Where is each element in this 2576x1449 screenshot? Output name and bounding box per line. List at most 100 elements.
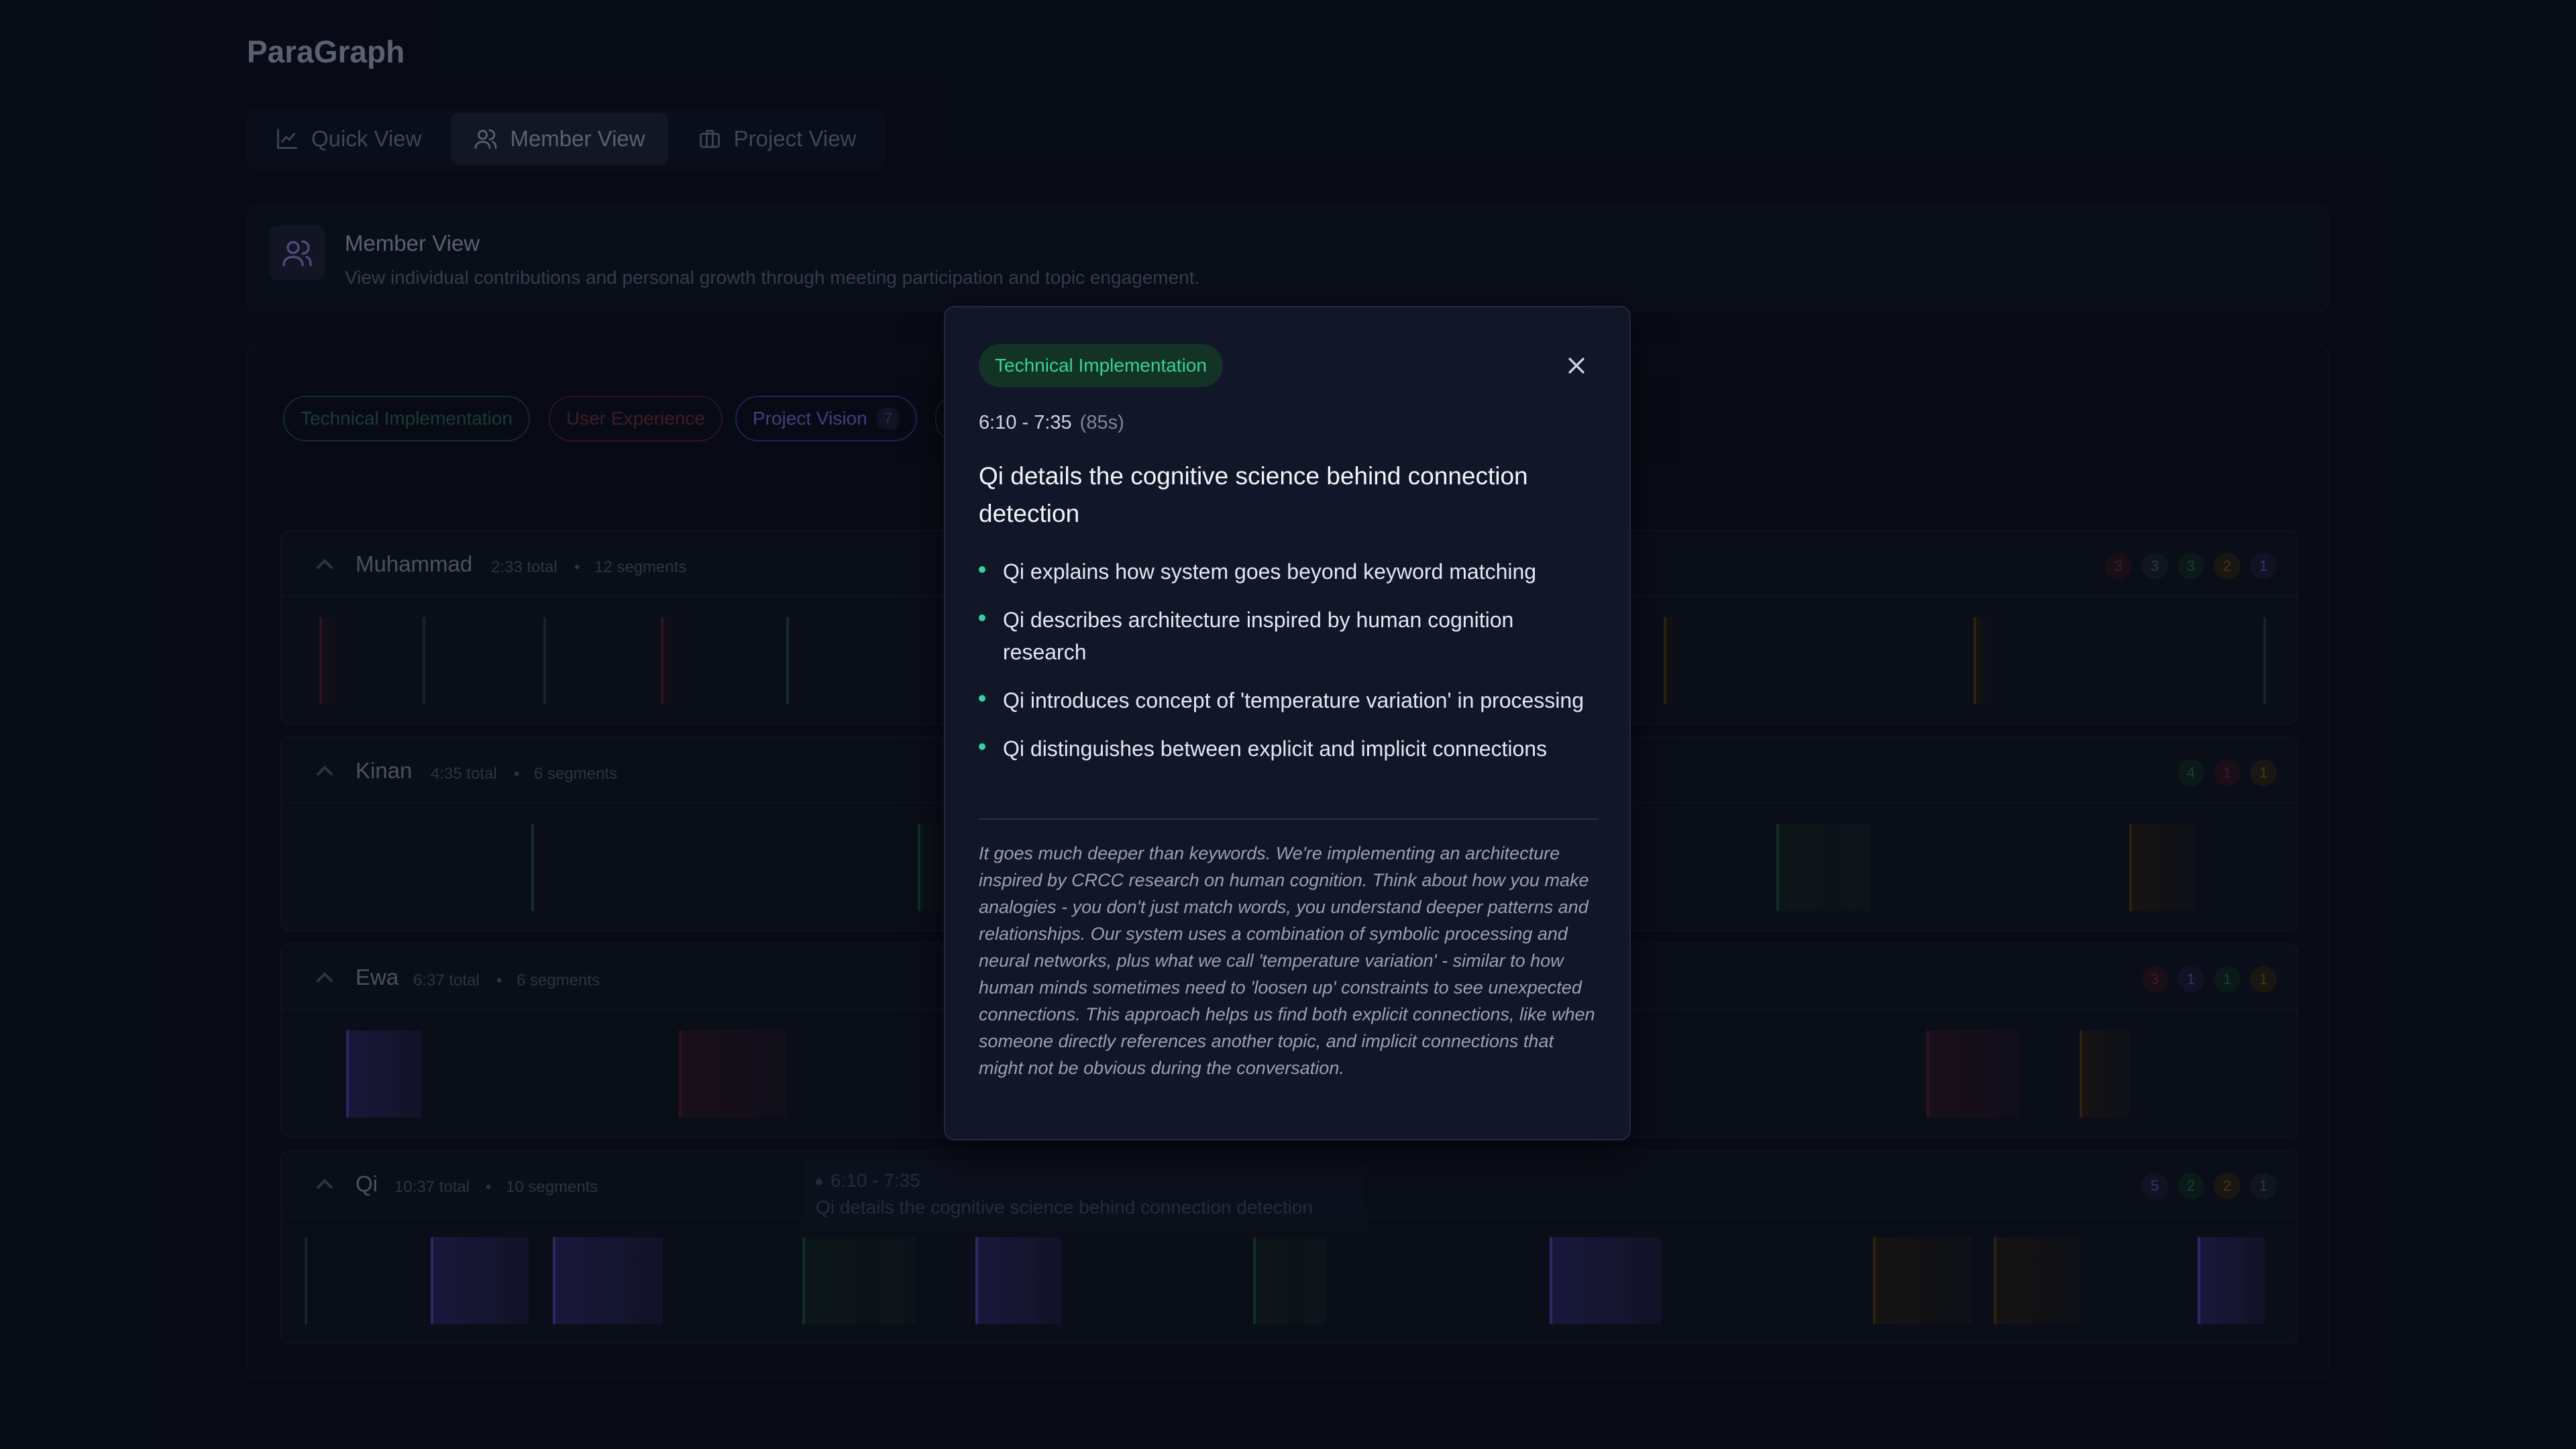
member-name: Qi <box>356 1171 378 1196</box>
tooltip-text: Qi details the cognitive science behind … <box>816 1197 1313 1218</box>
key-point: Qi introduces concept of 'temperature va… <box>979 684 1596 716</box>
segment-track <box>282 1217 2297 1343</box>
key-points-list: Qi explains how system goes beyond keywo… <box>979 555 1596 781</box>
count-tech: 4 <box>2178 759 2204 786</box>
segment[interactable] <box>346 1030 421 1118</box>
count-strategy: 2 <box>2214 553 2241 580</box>
tab-project-view[interactable]: Project View <box>675 113 879 165</box>
member-total: 2:33 total <box>491 558 557 576</box>
segment[interactable] <box>1550 1237 1661 1324</box>
key-point: Qi explains how system goes beyond keywo… <box>979 555 1596 588</box>
segment[interactable] <box>1974 617 1994 704</box>
segment[interactable] <box>802 1237 916 1324</box>
member-segments: 10 segments <box>506 1178 598 1196</box>
segment[interactable] <box>1873 1237 1972 1324</box>
segment[interactable] <box>2080 1030 2129 1118</box>
chevron-up-icon[interactable] <box>315 557 334 570</box>
count-tech: 1 <box>2214 966 2241 993</box>
member-total: 4:35 total <box>431 765 497 783</box>
chip-label: Project Vision <box>753 408 867 429</box>
count-tech: 3 <box>2178 553 2204 580</box>
briefcase-icon <box>699 129 720 148</box>
count-strategy: 2 <box>2214 1173 2241 1199</box>
topic-counts: 3 1 1 1 <box>2141 966 2277 993</box>
segment-time: 6:10 - 7:35 (85s) <box>979 412 1124 433</box>
header-title: Member View <box>345 231 480 256</box>
count-ux: 3 <box>2141 966 2168 993</box>
count-strategy: 1 <box>2250 966 2277 993</box>
member-segments: 6 segments <box>517 971 600 989</box>
chip-label: Technical Implementation <box>301 408 513 429</box>
divider <box>979 818 1599 820</box>
count-ux: 1 <box>2214 759 2241 786</box>
count-neutral: 1 <box>2250 1173 2277 1199</box>
filter-chip-user-experience[interactable]: User Experience <box>549 396 722 441</box>
segment[interactable] <box>1776 824 1870 911</box>
chip-label: User Experience <box>566 408 705 429</box>
segment[interactable] <box>918 824 945 911</box>
segment[interactable] <box>553 1237 663 1324</box>
chevron-up-icon[interactable] <box>315 970 334 983</box>
tab-quick-view[interactable]: Quick View <box>252 113 444 165</box>
app-title: ParaGraph <box>247 34 405 69</box>
view-tabs: Quick View Member View Project View <box>247 108 885 170</box>
segment[interactable] <box>2129 824 2196 911</box>
users-icon <box>475 129 497 149</box>
meta-separator: • <box>514 765 520 783</box>
member-name: Kinan <box>356 758 413 783</box>
segment-hover-tooltip: 6:10 - 7:35 Qi details the cognitive sci… <box>802 1161 1366 1230</box>
key-point: Qi describes architecture inspired by hu… <box>979 604 1596 668</box>
count-vision: 1 <box>2178 966 2204 993</box>
tab-label: Member View <box>510 126 645 151</box>
users-icon <box>270 225 325 280</box>
count-vision: 5 <box>2141 1173 2168 1199</box>
tooltip-time: 6:10 - 7:35 <box>816 1170 920 1191</box>
tab-label: Quick View <box>311 126 422 151</box>
segment[interactable] <box>319 617 339 704</box>
segment-title: Qi details the cognitive science behind … <box>979 462 1528 527</box>
chevron-up-icon[interactable] <box>315 1177 334 1190</box>
segment[interactable] <box>1927 1030 2021 1118</box>
member-view-header: Member View View individual contribution… <box>247 204 2329 313</box>
count-strategy: 1 <box>2250 759 2277 786</box>
segment-duration: (85s) <box>1079 412 1124 433</box>
chevron-up-icon[interactable] <box>315 763 334 777</box>
member-total: 6:37 total <box>413 971 480 989</box>
segment[interactable] <box>2263 617 2266 704</box>
count-ux: 3 <box>2105 553 2132 580</box>
segment[interactable] <box>661 617 677 704</box>
segment[interactable] <box>431 1237 529 1324</box>
key-point: Qi distinguishes between explicit and im… <box>979 733 1596 765</box>
segment[interactable] <box>975 1237 1061 1324</box>
topic-counts: 4 1 1 <box>2178 759 2277 786</box>
member-name: Ewa <box>356 965 399 989</box>
member-segments: 6 segments <box>534 765 618 783</box>
meta-separator: • <box>486 1178 492 1196</box>
chart-line-icon <box>277 129 297 149</box>
segment[interactable] <box>1994 1237 2080 1324</box>
close-icon[interactable] <box>1565 354 1588 377</box>
segment[interactable] <box>543 617 546 704</box>
tab-label: Project View <box>733 126 857 151</box>
segment[interactable] <box>786 617 789 704</box>
segment[interactable] <box>1253 1237 1326 1324</box>
member-total: 10:37 total <box>394 1178 470 1196</box>
member-segments: 12 segments <box>594 558 687 576</box>
filter-chip-project-vision[interactable]: Project Vision 7 <box>735 396 917 441</box>
segment[interactable] <box>2198 1237 2265 1324</box>
segment[interactable] <box>305 1237 307 1324</box>
segment[interactable] <box>531 824 534 911</box>
segment[interactable] <box>423 617 425 704</box>
header-subtitle: View individual contributions and person… <box>345 267 1200 288</box>
tab-member-view[interactable]: Member View <box>451 113 668 165</box>
segment-detail-modal: Technical Implementation 6:10 - 7:35 (85s… <box>944 306 1631 1140</box>
segment[interactable] <box>679 1030 786 1118</box>
count-vision: 1 <box>2250 553 2277 580</box>
meta-separator: • <box>574 558 580 576</box>
member-name: Muhammad <box>356 551 473 576</box>
filter-chip-technical-implementation[interactable]: Technical Implementation <box>283 396 530 441</box>
count-neutral: 3 <box>2141 553 2168 580</box>
meta-separator: • <box>496 971 502 989</box>
segment[interactable] <box>1664 617 1680 704</box>
topic-badge: Technical Implementation <box>979 344 1223 387</box>
